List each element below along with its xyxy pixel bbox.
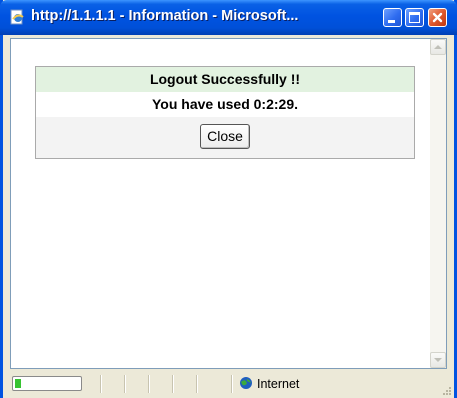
browser-window: http://1.1.1.1 - Information - Microsoft… <box>0 0 457 398</box>
arrow-up-icon <box>434 45 442 49</box>
status-separator <box>148 375 149 393</box>
zone-label: Internet <box>257 377 300 391</box>
scroll-down-button[interactable] <box>430 352 446 368</box>
status-separator <box>100 375 101 393</box>
status-separator <box>196 375 197 393</box>
page-content: Logout Successfully !! You have used 0:2… <box>10 38 447 369</box>
vertical-scrollbar[interactable] <box>430 39 446 368</box>
logout-heading: Logout Successfully !! <box>36 67 414 92</box>
logout-panel: Logout Successfully !! You have used 0:2… <box>35 66 415 159</box>
ie-page-icon <box>9 9 25 25</box>
close-button[interactable]: Close <box>200 124 250 149</box>
status-separator <box>124 375 125 393</box>
security-zone[interactable]: Internet <box>239 375 299 393</box>
close-window-button[interactable] <box>428 8 447 27</box>
resize-grip-icon[interactable] <box>441 385 451 395</box>
close-icon <box>432 12 443 23</box>
window-title: http://1.1.1.1 - Information - Microsoft… <box>31 8 299 24</box>
status-bar: Internet <box>3 369 454 398</box>
status-separator <box>231 375 232 393</box>
title-bar[interactable]: http://1.1.1.1 - Information - Microsoft… <box>0 0 457 35</box>
progress-bar <box>12 376 82 391</box>
minimize-button[interactable] <box>383 8 402 27</box>
arrow-down-icon <box>434 358 442 362</box>
status-separator <box>172 375 173 393</box>
maximize-button[interactable] <box>405 8 424 27</box>
scroll-up-button[interactable] <box>430 39 446 55</box>
progress-fill <box>15 379 21 388</box>
globe-icon <box>240 377 252 389</box>
minimize-icon <box>388 20 395 23</box>
button-row: Close <box>36 117 414 158</box>
maximize-icon <box>409 12 420 23</box>
usage-message: You have used 0:2:29. <box>36 92 414 117</box>
